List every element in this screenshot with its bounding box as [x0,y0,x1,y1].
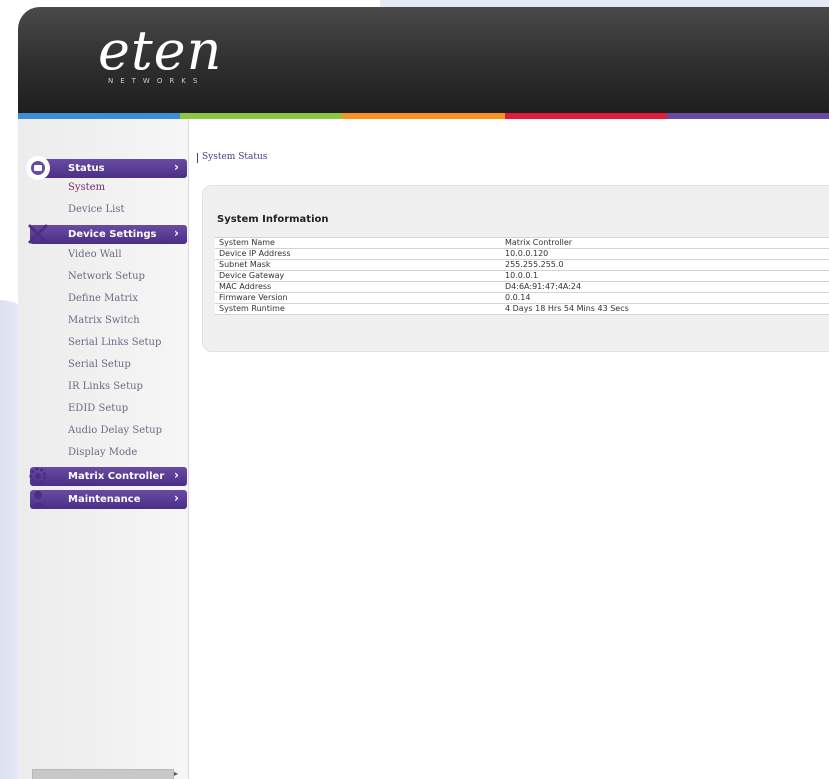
chevron-right-icon: › [174,468,179,482]
nav-maintenance[interactable]: Maintenance › [30,490,187,509]
table-row: MAC Address D4:6A:91:47:4A:24 [215,281,829,293]
table-row: System Runtime 4 Days 18 Hrs 54 Mins 43 … [215,303,829,315]
scroll-right-arrow-icon[interactable]: ▸ [174,769,178,778]
nav-device-settings-label: Device Settings [68,229,157,240]
horizontal-scrollbar-thumb[interactable] [32,769,174,779]
row-value: 10.0.0.1 [501,270,829,282]
sidebar-item-video-wall[interactable]: Video Wall [68,249,122,260]
chevron-right-icon: › [174,226,179,240]
row-value: 10.0.0.120 [501,248,829,260]
sidebar-item-system[interactable]: System [68,182,105,193]
table-row: Device IP Address 10.0.0.120 [215,248,829,260]
row-key: System Runtime [215,303,501,315]
sidebar: Status › System Device List Device Setti… [18,119,189,779]
color-segment [504,113,667,119]
tools-icon [26,222,50,246]
sidebar-item-define-matrix[interactable]: Define Matrix [68,293,138,304]
table-row: Subnet Mask 255.255.255.0 [215,259,829,271]
nav-status-label: Status [68,163,105,174]
row-key: System Name [215,237,501,249]
color-segment [342,113,505,119]
sidebar-item-matrix-switch[interactable]: Matrix Switch [68,315,140,326]
color-segment [180,113,343,119]
nav-matrix-controller[interactable]: Matrix Controller › [29,467,187,486]
row-key: Subnet Mask [215,259,501,271]
row-value: 0.0.14 [501,292,829,304]
nav-maintenance-label: Maintenance [68,494,141,505]
row-key: Firmware Version [215,292,501,304]
row-key: Device IP Address [215,248,501,260]
logo-subtitle: NETWORKS [108,77,205,85]
row-value: 4 Days 18 Hrs 54 Mins 43 Secs [501,303,829,315]
sidebar-item-edid-setup[interactable]: EDID Setup [68,403,128,414]
table-row: Firmware Version 0.0.14 [215,292,829,304]
sidebar-item-device-list[interactable]: Device List [68,204,124,215]
sidebar-item-network-setup[interactable]: Network Setup [68,271,145,282]
sidebar-item-ir-links-setup[interactable]: IR Links Setup [68,381,143,392]
status-icon [26,156,50,180]
panel-title: System Information [217,214,329,225]
gear-icon [26,464,50,488]
chevron-right-icon: › [174,491,179,505]
nav-device-settings[interactable]: Device Settings › [28,224,187,244]
nav-status[interactable]: Status › [26,156,187,180]
table-row: System Name Matrix Controller [215,237,829,249]
row-key: MAC Address [215,281,501,293]
row-value: 255.255.255.0 [501,259,829,271]
system-information-panel: System Information System Name Matrix Co… [202,185,829,352]
sidebar-item-serial-links-setup[interactable]: Serial Links Setup [68,337,161,348]
row-value: D4:6A:91:47:4A:24 [501,281,829,293]
breadcrumb: System Status [196,152,268,163]
sidebar-item-display-mode[interactable]: Display Mode [68,447,137,458]
header-bar: eten NETWORKS [18,7,829,114]
row-value: Matrix Controller [501,237,829,249]
maintenance-icon [26,487,50,511]
system-info-table: System Name Matrix Controller Device IP … [215,237,829,315]
color-segment [666,113,829,119]
logo-text: eten [98,19,223,82]
nav-matrix-controller-label: Matrix Controller [68,471,165,482]
sidebar-item-audio-delay-setup[interactable]: Audio Delay Setup [68,425,162,436]
row-key: Device Gateway [215,270,501,282]
app-frame: eten NETWORKS Status › System Device Lis… [18,7,829,779]
sidebar-item-serial-setup[interactable]: Serial Setup [68,359,131,370]
chevron-right-icon: › [174,160,179,174]
table-row: Device Gateway 10.0.0.1 [215,270,829,282]
